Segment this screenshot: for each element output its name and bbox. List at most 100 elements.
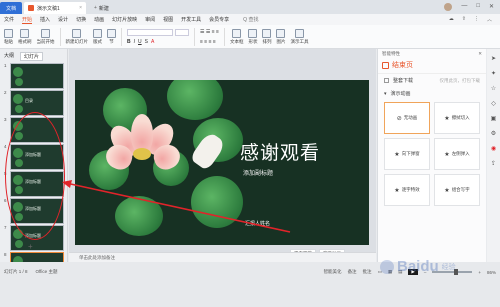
textbox-label: 文本框 — [229, 38, 244, 44]
menu-review[interactable]: 审阅 — [145, 16, 155, 23]
section-icon — [107, 28, 116, 38]
underline-icon[interactable]: U — [138, 39, 142, 45]
cursor-icon[interactable]: ➤ — [491, 55, 496, 62]
star-icon[interactable]: ☆ — [491, 85, 496, 92]
picture-label: 图片 — [276, 38, 286, 44]
tab-outline[interactable]: 大纲 — [4, 52, 14, 61]
animation-option-label: 向下弹窗 — [401, 151, 420, 156]
notes-button[interactable]: 备注 — [348, 269, 357, 275]
slide-thumbnail[interactable] — [10, 63, 64, 89]
wps-icon[interactable]: ◉ — [491, 145, 496, 152]
chevron-up-icon[interactable]: ︿ — [487, 16, 492, 23]
zoom-level[interactable]: 86% — [487, 270, 496, 275]
minimize-button[interactable]: — — [461, 3, 467, 11]
user-area[interactable] — [444, 3, 453, 11]
annotation-ellipse — [5, 112, 65, 240]
menu-animation[interactable]: 动画 — [94, 16, 104, 23]
shape-icon[interactable]: ◇ — [491, 100, 496, 107]
document-tab[interactable]: 演示文稿1 × — [24, 2, 86, 14]
add-slide-button[interactable]: + — [28, 242, 33, 251]
picture-button[interactable]: 图片 — [276, 28, 286, 45]
settings-icon[interactable]: ⚙ — [491, 130, 496, 137]
slide-author[interactable]: 汇报人姓名 — [245, 220, 270, 227]
smart-beautify-button[interactable]: 智能美化 — [324, 269, 342, 275]
animation-option[interactable]: ★ 逐字特效 — [384, 174, 430, 206]
menu-file[interactable]: 文件 — [4, 16, 14, 23]
ribbon-toolbar: 粘贴 格式刷 当前开始 新建幻灯片 版式 节 BIUSA ☰ ☰ ≡ ≡ ≡ ≡… — [0, 25, 500, 49]
animation-option[interactable]: ★ 向下弹窗 — [384, 138, 430, 170]
avatar[interactable] — [444, 3, 453, 11]
close-tab-icon[interactable]: × — [79, 5, 82, 11]
animation-row-label: 演示动画 — [390, 91, 411, 97]
slide-title[interactable]: 感谢观看 — [240, 138, 320, 165]
comments-button[interactable]: 批注 — [363, 269, 372, 275]
brush-icon — [20, 28, 30, 38]
arrange-button[interactable]: 排列 — [262, 28, 272, 45]
textbox-icon — [232, 28, 242, 38]
home-tab[interactable]: 文档 — [0, 2, 22, 14]
format-painter-button[interactable]: 格式刷 — [18, 28, 32, 45]
slide-subtitle[interactable]: 添加副标题 — [243, 168, 273, 177]
shape-button[interactable]: 形状 — [248, 28, 258, 45]
menu-home[interactable]: 开始 — [22, 16, 33, 24]
shape-label: 形状 — [248, 38, 258, 44]
cloud-icon[interactable]: ☁ — [449, 16, 454, 23]
checkbox-icon[interactable] — [384, 78, 389, 83]
menu-member[interactable]: 会员专享 — [209, 16, 229, 23]
font-color-icon[interactable]: A — [151, 39, 154, 45]
list-icon[interactable]: ☰ ☰ ≡ ≡ — [200, 29, 219, 35]
align-icon[interactable]: ≡ ≡ ≡ ≡ — [200, 39, 219, 45]
font-size-select[interactable] — [175, 28, 189, 36]
font-family-select[interactable] — [127, 28, 173, 36]
textbox-button[interactable]: 文本框 — [229, 28, 244, 45]
animation-option[interactable]: ★ 擦拭切入 — [434, 102, 480, 134]
animation-grid: ⊘ 无动画 ★ 擦拭切入 ★ 向下弹窗 ★ 左侧弹入 ★ 逐字特效 ★ 组合写字 — [378, 100, 486, 208]
layout-button[interactable]: 版式 — [93, 28, 102, 45]
paste-button[interactable]: 粘贴 — [4, 28, 13, 45]
close-panel-icon[interactable]: ✕ — [478, 51, 482, 56]
star-icon: ★ — [444, 115, 450, 122]
panel-title: 结束页 — [378, 57, 486, 74]
italic-icon[interactable]: I — [134, 39, 135, 45]
menu-view[interactable]: 视图 — [163, 16, 173, 23]
strikethrough-icon[interactable]: S — [145, 39, 148, 45]
menu-insert[interactable]: 插入 — [40, 16, 50, 23]
new-slide-button[interactable]: 新建幻灯片 — [66, 28, 88, 45]
lotus-leaf — [167, 80, 223, 120]
bundle-download-row[interactable]: 整套下载 仅用此页，打包下载 — [378, 74, 486, 87]
animation-row[interactable]: ▾ 演示动画 — [378, 87, 486, 100]
zoom-in-icon[interactable]: + — [478, 270, 481, 275]
animation-option[interactable]: ⊘ 无动画 — [384, 102, 430, 134]
bold-icon[interactable]: B — [127, 39, 131, 45]
play-from-current-label: 当前开始 — [36, 38, 55, 44]
share-icon[interactable]: ⇪ — [462, 16, 466, 23]
notes-area[interactable]: 单击此处添加备注 — [69, 252, 376, 262]
menu-transition[interactable]: 切换 — [76, 16, 86, 23]
slide-thumbnail-row[interactable]: 1 — [4, 63, 64, 89]
magic-icon[interactable]: ✦ — [491, 70, 496, 77]
maximize-button[interactable]: □ — [476, 3, 480, 11]
close-window-button[interactable]: ✕ — [489, 3, 494, 11]
lotus-leaf — [115, 196, 163, 236]
animation-option-label: 组合写字 — [451, 187, 470, 192]
animation-option[interactable]: ★ 组合写字 — [434, 174, 480, 206]
menu-bar: 文件 开始 插入 设计 切换 动画 幻灯片放映 审阅 视图 开发工具 会员专享 … — [0, 14, 500, 25]
share-icon[interactable]: ⇪ — [491, 160, 496, 167]
presentation-tools-button[interactable]: 演示工具 — [290, 28, 308, 45]
image-icon[interactable]: ▣ — [491, 115, 497, 122]
section-button[interactable]: 节 — [107, 28, 116, 45]
bundle-download-hint: 仅用此页，打包下载 — [439, 77, 481, 83]
new-tab-button[interactable]: + 新建 — [90, 2, 113, 14]
current-slide[interactable]: 感谢观看 添加副标题 汇报人姓名 — [75, 80, 369, 245]
play-from-current-button[interactable]: 当前开始 — [36, 28, 55, 45]
thumbnail-leaf — [15, 240, 23, 248]
animation-option[interactable]: ★ 左侧弹入 — [434, 138, 480, 170]
chevron-down-icon: ▾ — [384, 90, 387, 97]
search-button[interactable]: Q 查找 — [243, 16, 258, 23]
tab-slides[interactable]: 幻灯片 — [20, 52, 44, 61]
star-icon: ★ — [394, 151, 400, 158]
menu-developer[interactable]: 开发工具 — [181, 16, 201, 23]
menu-design[interactable]: 设计 — [58, 16, 68, 23]
more-icon[interactable]: ⋮ — [474, 16, 479, 23]
menu-slideshow[interactable]: 幻灯片放映 — [112, 16, 137, 23]
